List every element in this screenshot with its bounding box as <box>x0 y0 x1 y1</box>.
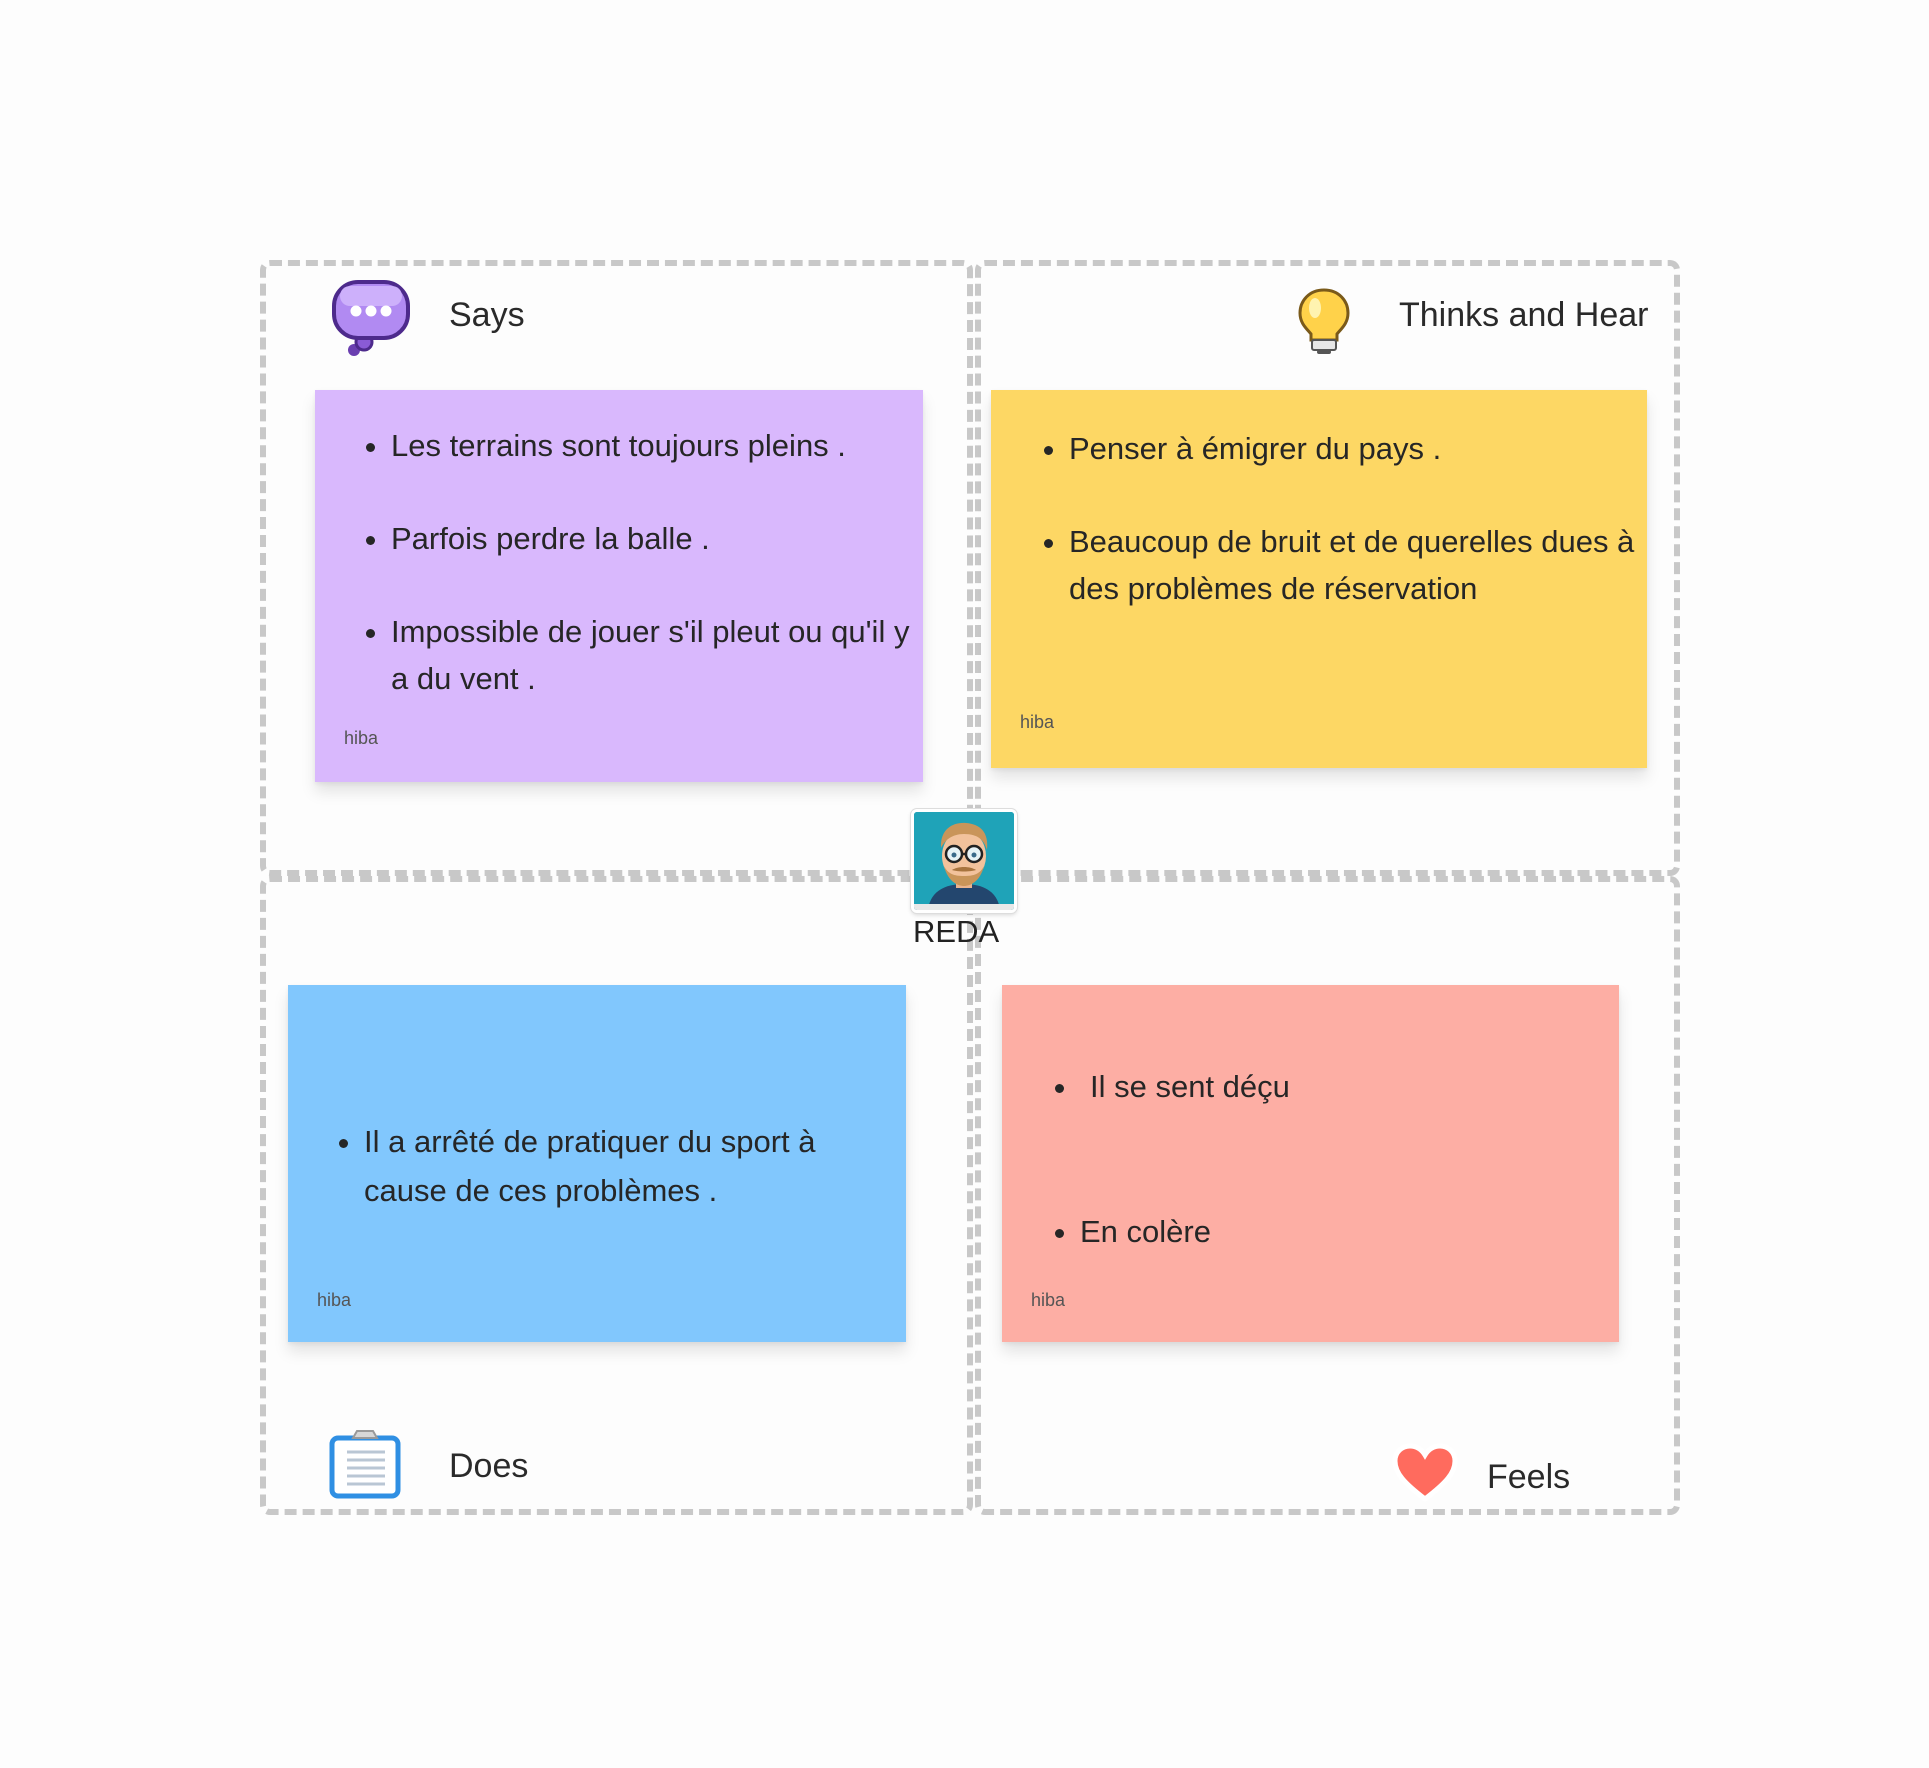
list-item: Il a arrêté de pratiquer du sport à caus… <box>364 1117 906 1215</box>
lightbulb-icon <box>1296 286 1352 356</box>
says-list: Les terrains sont toujours pleins . Parf… <box>315 422 923 702</box>
persona-avatar[interactable] <box>911 809 1017 913</box>
feels-sticky-note[interactable]: Il se sent déçu En colère hiba <box>1002 985 1619 1342</box>
list-item: Penser à émigrer du pays . <box>1069 425 1647 472</box>
thinks-label: Thinks and Hear <box>1399 296 1649 334</box>
says-sticky-note[interactable]: Les terrains sont toujours pleins . Parf… <box>315 390 923 782</box>
does-sticky-note[interactable]: Il a arrêté de pratiquer du sport à caus… <box>288 985 906 1342</box>
list-item: Impossible de jouer s'il pleut ou qu'il … <box>391 608 923 702</box>
does-label: Does <box>449 1447 529 1485</box>
man-with-glasses-avatar <box>914 812 1014 910</box>
does-list: Il a arrêté de pratiquer du sport à caus… <box>288 1117 906 1215</box>
clipboard-icon <box>329 1428 401 1500</box>
thinks-list: Penser à émigrer du pays . Beaucoup de b… <box>991 425 1647 612</box>
sticky-author: hiba <box>1020 712 1055 732</box>
speech-bubble-icon <box>330 278 412 360</box>
feels-label: Feels <box>1487 1458 1571 1496</box>
sticky-author: hiba <box>317 1290 352 1310</box>
list-item: Parfois perdre la balle . <box>391 515 923 562</box>
sticky-author: hiba <box>344 728 379 748</box>
list-item: Les terrains sont toujours pleins . <box>391 422 923 469</box>
feels-list: Il se sent déçu En colère <box>1002 1063 1619 1255</box>
heart-icon <box>1392 1443 1458 1503</box>
list-item: En colère <box>1080 1208 1619 1255</box>
sticky-author: hiba <box>1031 1290 1066 1310</box>
list-item: Il se sent déçu <box>1080 1063 1619 1110</box>
says-label: Says <box>449 296 525 334</box>
list-item: Beaucoup de bruit et de querelles dues à… <box>1069 518 1647 612</box>
persona-name: REDA <box>913 914 1000 949</box>
thinks-sticky-note[interactable]: Penser à émigrer du pays . Beaucoup de b… <box>991 390 1647 768</box>
